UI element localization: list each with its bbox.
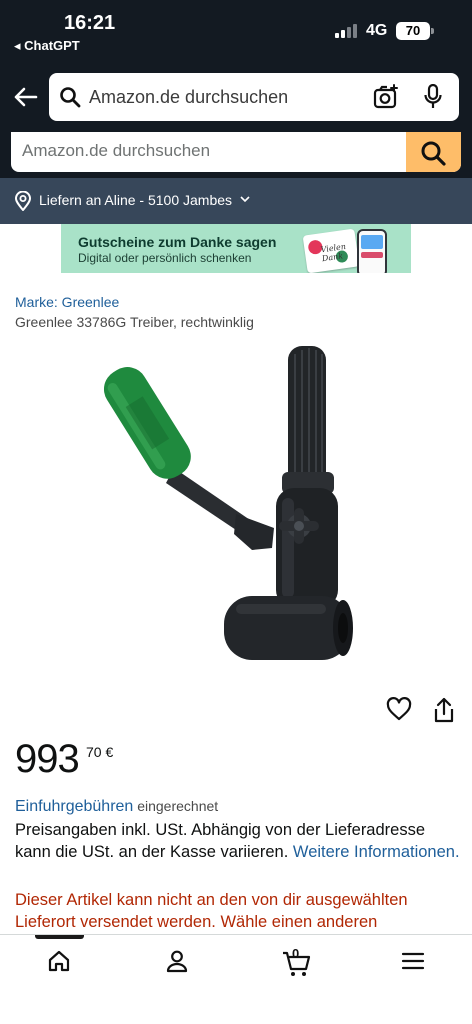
tab-menu[interactable]: [389, 949, 437, 983]
search-submit-button[interactable]: [406, 132, 461, 172]
product-title: Greenlee 33786G Treiber, rechtwinklig: [15, 314, 254, 330]
user-icon: [166, 950, 188, 973]
tab-cart[interactable]: 0: [271, 946, 319, 983]
tab-account[interactable]: [153, 949, 201, 983]
app-header: [0, 60, 472, 132]
signal-icon: [335, 24, 359, 38]
shipping-warning: Dieser Artikel kann nicht an den von dir…: [15, 891, 408, 931]
more-info-link[interactable]: Weitere Informationen.: [293, 843, 460, 861]
menu-icon: [401, 952, 425, 970]
web-search-input[interactable]: [22, 136, 402, 166]
gift-card-image: Vielen Dank: [302, 228, 360, 273]
cart-count: 0: [292, 946, 300, 961]
banner-headline: Gutscheine zum Danke sagen: [78, 234, 277, 250]
tab-home[interactable]: [35, 949, 83, 983]
search-icon: [421, 141, 446, 166]
back-to-app-link[interactable]: ◂ ChatGPT: [14, 38, 80, 54]
price-whole: 993: [15, 737, 80, 781]
delivery-location-bar[interactable]: Liefern an Aline - 5100 Jambes: [0, 178, 472, 224]
bottom-nav: 0: [0, 934, 472, 1024]
search-input[interactable]: [89, 81, 369, 113]
price-fraction: 70 €: [86, 744, 114, 760]
hydraulic-driver-tool-image[interactable]: [96, 338, 386, 668]
brand-link[interactable]: Marke: Greenlee: [15, 294, 119, 310]
import-fees-link[interactable]: Einfuhrgebühren: [15, 798, 133, 815]
phone-image: [357, 229, 387, 273]
heart-icon[interactable]: [386, 697, 412, 721]
network-type: 4G: [366, 22, 388, 39]
location-pin-icon: [14, 191, 32, 211]
battery-icon: 70: [396, 22, 430, 40]
chevron-down-icon: [240, 196, 250, 203]
search-box[interactable]: [49, 73, 459, 121]
back-arrow-icon[interactable]: [12, 84, 38, 110]
home-icon: [48, 950, 70, 972]
share-icon[interactable]: [433, 697, 455, 723]
web-search-box[interactable]: [11, 132, 461, 172]
gift-card-banner[interactable]: Gutscheine zum Danke sagen Digital oder …: [61, 224, 411, 273]
price: 993 70 €: [15, 737, 113, 782]
delivery-location-text: Liefern an Aline - 5100 Jambes: [39, 192, 233, 208]
status-time: 16:21: [64, 12, 116, 34]
gift-card-script: Vielen Dank: [320, 241, 347, 264]
web-search-bar: [0, 132, 472, 178]
camera-search-icon[interactable]: [373, 84, 399, 110]
status-bar: 16:21 ◂ ChatGPT 4G 70: [0, 0, 472, 60]
import-fees-line: Einfuhrgebühren eingerechnet: [15, 798, 218, 816]
battery-tip: [431, 28, 434, 34]
microphone-icon[interactable]: [423, 84, 443, 110]
banner-subline: Digital oder persönlich schenken: [78, 251, 252, 265]
import-fees-suffix: eingerechnet: [133, 798, 219, 814]
search-icon: [60, 87, 81, 108]
active-tab-indicator: [35, 935, 84, 939]
tax-note: Preisangaben inkl. USt. Abhängig von der…: [15, 819, 460, 863]
